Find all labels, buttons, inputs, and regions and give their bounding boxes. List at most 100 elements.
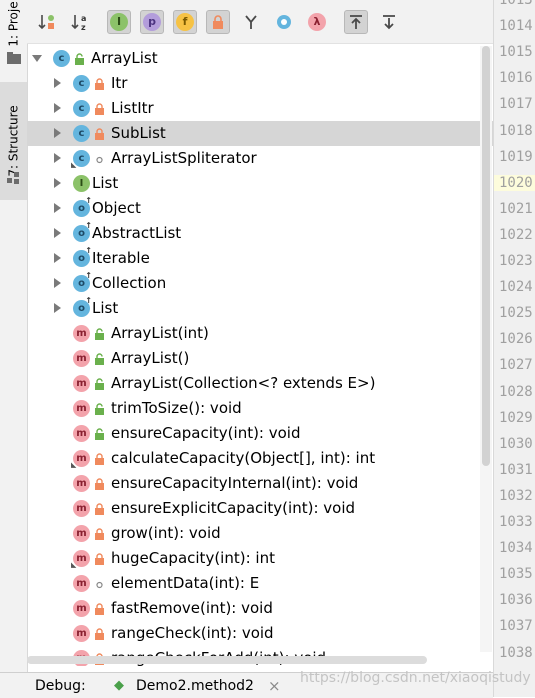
tree-item-label: ArrayList() (111, 349, 190, 367)
class-icon: c (73, 125, 90, 142)
inherited-class-icon: o (73, 271, 92, 292)
tree-row[interactable]: m ArrayList(int) (27, 321, 493, 346)
tree-row[interactable]: oAbstractList (27, 221, 493, 246)
method-icon: m (73, 425, 90, 442)
show-properties-icon: p (143, 12, 161, 31)
private-lock-icon (95, 553, 104, 565)
autoscroll-to-source-button[interactable] (344, 9, 368, 34)
show-properties-button[interactable]: p (140, 9, 164, 34)
vertical-scrollbar[interactable] (480, 46, 492, 652)
private-lock-icon (95, 528, 104, 540)
method-icon: m (73, 375, 90, 392)
tree-row[interactable]: m ensureCapacity(int): void (27, 421, 493, 446)
tree-row[interactable]: m ◣ calculateCapacity(Object[], int): int (27, 446, 493, 471)
tree-row[interactable]: oIterable (27, 246, 493, 271)
collapsed-arrow-icon[interactable] (54, 103, 61, 113)
expanded-arrow-icon[interactable] (32, 55, 42, 62)
tree-row[interactable]: m fastRemove(int): void (27, 596, 493, 621)
structure-tree: c ArrayList c Itr c ListItr c SubList c ◣ ArrayLis… (27, 46, 493, 666)
collapsed-arrow-icon[interactable] (54, 253, 61, 263)
line-number: 1031 (499, 461, 533, 478)
sort-alphabetically-icon: a z (71, 14, 86, 32)
method-icon: m (73, 625, 90, 642)
method-icon: m (73, 575, 90, 592)
svg-text:z: z (81, 23, 86, 32)
tree-row[interactable]: oCollection (27, 271, 493, 296)
collapsed-arrow-icon[interactable] (54, 203, 61, 213)
line-number: 1029 (499, 409, 533, 426)
method-icon: m (73, 400, 90, 417)
collapsed-arrow-icon[interactable] (54, 303, 61, 313)
package-private-icon (96, 581, 103, 589)
inherited-class-icon: o (73, 246, 92, 267)
tree-row[interactable]: oObject (27, 196, 493, 221)
autoscroll-from-source-button[interactable] (377, 10, 401, 34)
tree-row[interactable]: m rangeCheck(int): void (27, 621, 493, 646)
show-inherited-button[interactable]: I (107, 9, 131, 34)
tree-row[interactable]: m trimToSize(): void (27, 396, 493, 421)
line-number: 1032 (499, 487, 533, 504)
method-icon: m (73, 475, 90, 492)
tree-row[interactable]: m ensureCapacityInternal(int): void (27, 471, 493, 496)
horizontal-scrollbar[interactable] (27, 656, 427, 664)
structure-tab-label: 7: Structure (6, 105, 21, 177)
tree-item-label: ArrayListSpliterator (111, 149, 257, 167)
class-icon: c (73, 75, 90, 92)
static-method-icon: m ◣ (71, 450, 90, 469)
tree-row[interactable]: m ensureExplicitCapacity(int): void (27, 496, 493, 521)
tree-row[interactable]: c ArrayList (27, 46, 493, 71)
collapsed-arrow-icon[interactable] (54, 278, 61, 288)
method-icon: m (73, 350, 90, 367)
line-number: 1024 (499, 279, 533, 296)
package-private-icon (96, 156, 103, 164)
method-icon: m (73, 525, 90, 542)
run-config-icon: ◆ (114, 678, 124, 693)
tree-row[interactable]: c Itr (27, 71, 493, 96)
tree-row[interactable]: c SubList (27, 121, 493, 146)
watermark: https://blog.csdn.net/xiaoqistudy (300, 670, 531, 686)
close-icon[interactable]: × (268, 677, 281, 695)
line-number: 1035 (499, 566, 533, 583)
tree-row[interactable]: m elementData(int): E (27, 571, 493, 596)
tree-row[interactable]: m grow(int): void (27, 521, 493, 546)
line-number: 1014 (499, 18, 533, 35)
svg-text:a: a (81, 14, 86, 23)
tree-row[interactable]: oList (27, 296, 493, 321)
sort-alphabetically-button[interactable]: a z (68, 10, 92, 34)
group-methods-icon (245, 14, 257, 29)
collapsed-arrow-icon[interactable] (54, 153, 61, 163)
group-methods-button[interactable] (239, 10, 263, 34)
tree-row[interactable]: m ArrayList(Collection<? extends E>) (27, 371, 493, 396)
show-anonymous-button[interactable] (272, 10, 296, 34)
tree-item-label: SubList (111, 124, 166, 142)
tree-row[interactable]: m ArrayList() (27, 346, 493, 371)
static-method-icon: m ◣ (71, 550, 90, 569)
tree-row[interactable]: c ListItr (27, 96, 493, 121)
static-class-icon: c ◣ (71, 150, 90, 169)
tree-row[interactable]: m ◣ hugeCapacity(int): int (27, 546, 493, 571)
project-tab[interactable]: 1: Proje (0, 0, 27, 48)
collapsed-arrow-icon[interactable] (54, 178, 61, 188)
debug-config-tab[interactable]: Demo2.method2 (136, 678, 254, 694)
tree-item-label: List (92, 174, 119, 192)
private-lock-icon (95, 503, 104, 515)
tree-item-label: Object (92, 199, 141, 217)
inherited-class-icon: o (73, 196, 92, 217)
collapsed-arrow-icon[interactable] (54, 78, 61, 88)
show-lambdas-button[interactable]: λ (305, 10, 329, 34)
sort-by-visibility-button[interactable] (35, 10, 59, 34)
folder-icon (7, 52, 21, 64)
private-lock-icon (95, 128, 104, 140)
tree-item-label: AbstractList (92, 224, 182, 242)
scrollbar-thumb[interactable] (482, 46, 490, 466)
collapsed-arrow-icon[interactable] (54, 228, 61, 238)
tree-row[interactable]: c ◣ ArrayListSpliterator (27, 146, 493, 171)
show-fields-button[interactable]: f (173, 9, 197, 34)
show-non-public-button[interactable] (206, 9, 230, 34)
collapsed-arrow-icon[interactable] (54, 128, 61, 138)
tree-item-label: List (92, 299, 119, 317)
tree-row[interactable]: I List (27, 171, 493, 196)
tree-item-label: Collection (92, 274, 167, 292)
tree-item-label: ArrayList(Collection<? extends E>) (111, 374, 376, 392)
structure-icon (7, 172, 19, 184)
